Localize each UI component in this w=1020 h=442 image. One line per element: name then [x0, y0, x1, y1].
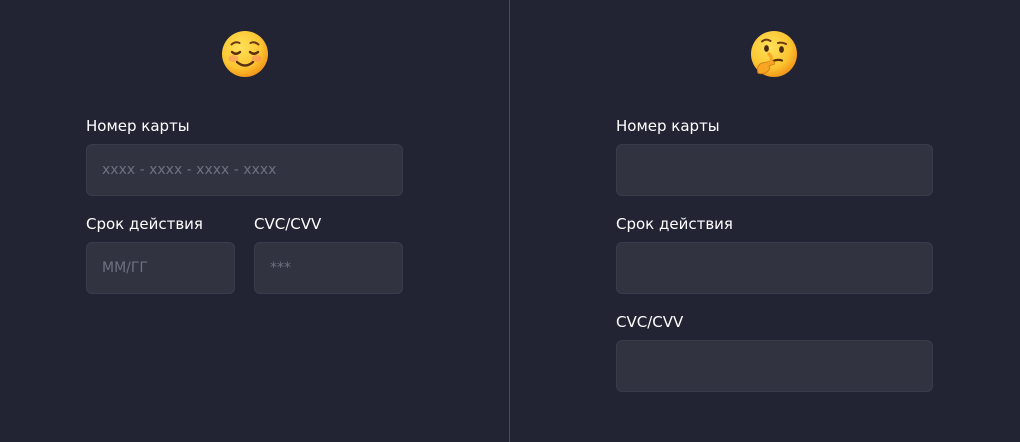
card-number-label: Номер карты [86, 117, 190, 135]
expiry-input[interactable] [616, 242, 933, 294]
card-number-label: Номер карты [616, 117, 720, 135]
cvc-input[interactable] [254, 242, 403, 294]
right-form-panel: Номер карты Срок действия CVC/CVV [510, 0, 1020, 442]
expiry-label: Срок действия [86, 215, 203, 233]
smiling-face-icon [222, 31, 268, 77]
expiry-label: Срок действия [616, 215, 733, 233]
expiry-input[interactable] [86, 242, 235, 294]
cvc-label: CVC/CVV [254, 215, 322, 233]
card-number-input[interactable] [86, 144, 403, 196]
left-form-panel: Номер карты Срок действия CVC/CVV [0, 0, 509, 442]
cvc-input[interactable] [616, 340, 933, 392]
cvc-label: CVC/CVV [616, 313, 684, 331]
thinking-face-icon [751, 31, 797, 77]
card-number-input[interactable] [616, 144, 933, 196]
